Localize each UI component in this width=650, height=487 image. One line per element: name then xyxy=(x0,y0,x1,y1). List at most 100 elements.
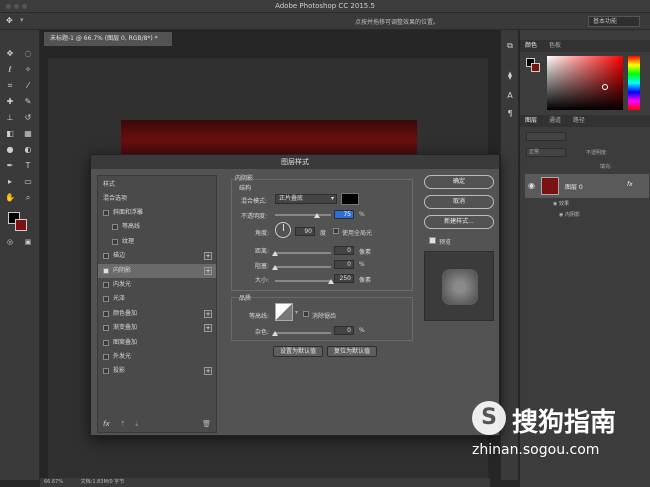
style-item[interactable]: 内发光 xyxy=(98,278,216,292)
angle-input[interactable]: 90 xyxy=(295,227,315,236)
history-panel-icon[interactable]: ⧉ xyxy=(504,40,516,52)
blur-tool-icon[interactable]: ● xyxy=(4,144,16,156)
eraser-icon[interactable]: ◧ xyxy=(4,128,16,140)
style-item[interactable]: 外发光 xyxy=(98,350,216,364)
opacity-input[interactable]: 75 xyxy=(334,210,354,219)
cancel-button[interactable]: 取消 xyxy=(424,195,494,209)
new-style-button[interactable]: 新建样式... xyxy=(424,215,494,229)
hue-slider[interactable] xyxy=(628,56,640,110)
opacity-slider-handle[interactable] xyxy=(314,213,320,218)
add-effect-button[interactable]: + xyxy=(204,324,212,333)
style-item-checkbox[interactable] xyxy=(103,325,109,332)
ok-button[interactable]: 确定 xyxy=(424,175,494,189)
add-effect-button[interactable]: + xyxy=(204,309,212,318)
tab-color[interactable]: 颜色 xyxy=(520,42,542,49)
noise-slider-handle[interactable] xyxy=(272,331,278,336)
choke-slider[interactable] xyxy=(275,266,331,268)
add-effect-button[interactable]: + xyxy=(204,367,212,376)
magic-wand-icon[interactable]: ✧ xyxy=(22,64,34,76)
eyedropper-icon[interactable]: ⁄ xyxy=(22,80,34,92)
distance-slider[interactable] xyxy=(275,252,331,254)
style-item[interactable]: 等高线 xyxy=(98,220,216,234)
document-tab[interactable]: 未标题-1 @ 66.7% (图层 0, RGB/8*) * xyxy=(44,32,172,46)
size-slider[interactable] xyxy=(275,280,331,282)
style-item-checkbox[interactable] xyxy=(103,354,109,360)
blend-options-item[interactable]: 混合选项 xyxy=(98,192,216,206)
style-item[interactable]: 投影 + xyxy=(98,364,216,378)
move-up-icon[interactable]: ⇡ xyxy=(120,420,126,428)
style-item-checkbox[interactable] xyxy=(112,238,118,245)
layer-name[interactable]: 图层 0 xyxy=(565,182,583,191)
layer-filter-select[interactable] xyxy=(526,132,566,141)
style-item-checkbox[interactable] xyxy=(103,253,109,260)
character-panel-icon[interactable]: A xyxy=(504,90,516,102)
opacity-slider[interactable] xyxy=(275,214,331,216)
preview-checkbox[interactable] xyxy=(429,237,436,244)
size-input[interactable]: 250 xyxy=(334,274,354,283)
workspace-select[interactable]: 基本功能 xyxy=(588,16,640,27)
style-item-checkbox[interactable] xyxy=(112,224,118,231)
add-effect-button[interactable]: + xyxy=(204,266,212,275)
hand-tool-icon[interactable]: ✋ xyxy=(4,192,16,204)
healing-brush-icon[interactable]: ✚ xyxy=(4,96,16,108)
zoom-level[interactable]: 66.67% xyxy=(44,479,63,485)
visibility-eye-icon[interactable]: ◉ xyxy=(528,181,535,190)
tab-swatches[interactable]: 色板 xyxy=(544,42,566,49)
noise-slider[interactable] xyxy=(275,332,331,334)
clone-stamp-icon[interactable]: ⊥ xyxy=(4,112,16,124)
move-tool-icon[interactable]: ✥ xyxy=(4,48,16,60)
global-light-checkbox[interactable] xyxy=(333,228,339,234)
style-item[interactable]: 纹理 xyxy=(98,235,216,249)
quick-mask-icon[interactable]: ◎ xyxy=(4,236,16,248)
shadow-color-swatch[interactable] xyxy=(341,193,359,205)
style-fx-button[interactable]: fx xyxy=(103,420,110,428)
style-item-checkbox[interactable] xyxy=(103,210,109,216)
style-item[interactable]: 图案叠加 xyxy=(98,336,216,350)
move-down-icon[interactable]: ⇣ xyxy=(134,420,140,428)
style-item[interactable]: 描边 + xyxy=(98,249,216,263)
trash-icon[interactable]: 🗑 xyxy=(202,420,211,428)
color-picker-field[interactable] xyxy=(547,56,623,110)
rectangle-tool-icon[interactable]: ▭ xyxy=(22,176,34,188)
styles-header[interactable]: 样式 xyxy=(98,178,216,192)
style-item-checkbox[interactable] xyxy=(103,368,109,375)
background-color-swatch[interactable] xyxy=(15,219,27,231)
layer-row[interactable]: ◉ 图层 0 fx xyxy=(525,174,649,198)
marquee-tool-icon[interactable]: ◌ xyxy=(22,48,34,60)
move-tool-icon[interactable]: ✥ xyxy=(6,16,13,25)
style-item[interactable]: 光泽 xyxy=(98,292,216,306)
path-select-icon[interactable]: ▸ xyxy=(4,176,16,188)
window-controls[interactable] xyxy=(6,4,30,11)
antialias-checkbox[interactable] xyxy=(303,311,309,317)
style-item-checkbox[interactable] xyxy=(103,282,109,288)
distance-slider-handle[interactable] xyxy=(272,251,278,256)
set-default-button[interactable]: 设置为默认值 xyxy=(273,346,323,357)
distance-input[interactable]: 0 xyxy=(334,246,354,255)
style-item[interactable]: 斜面和浮雕 xyxy=(98,206,216,220)
style-item[interactable]: 渐变叠加 + xyxy=(98,321,216,335)
crop-tool-icon[interactable]: ⌗ xyxy=(4,80,16,92)
choke-slider-handle[interactable] xyxy=(272,265,278,270)
lasso-tool-icon[interactable]: ℓ xyxy=(4,64,16,76)
brush-tool-icon[interactable]: ✎ xyxy=(22,96,34,108)
style-item-checkbox[interactable] xyxy=(103,267,109,274)
style-item[interactable]: 颜色叠加 + xyxy=(98,307,216,321)
blend-mode-select[interactable]: 正片叠底 ▾ xyxy=(275,194,337,204)
type-tool-icon[interactable]: T xyxy=(22,160,34,172)
zoom-tool-icon[interactable]: ⌕ xyxy=(22,192,34,204)
dodge-tool-icon[interactable]: ◐ xyxy=(22,144,34,156)
style-item-checkbox[interactable] xyxy=(103,296,109,303)
tab-layers[interactable]: 图层 xyxy=(520,117,542,124)
add-effect-button[interactable]: + xyxy=(204,252,212,261)
angle-dial[interactable] xyxy=(275,222,291,238)
style-item-checkbox[interactable] xyxy=(103,339,109,346)
properties-panel-icon[interactable]: ⧫ xyxy=(504,70,516,82)
reset-default-button[interactable]: 复位为默认值 xyxy=(327,346,377,357)
paragraph-panel-icon[interactable]: ¶ xyxy=(504,108,516,120)
layer-blend-select[interactable]: 正常 xyxy=(526,148,566,157)
gradient-tool-icon[interactable]: ▦ xyxy=(22,128,34,140)
choke-input[interactable]: 0 xyxy=(334,260,354,269)
color-picker-cursor[interactable] xyxy=(602,84,608,90)
style-item[interactable]: 内阴影 + xyxy=(98,263,216,278)
color-panel-bg-swatch[interactable] xyxy=(531,63,540,72)
